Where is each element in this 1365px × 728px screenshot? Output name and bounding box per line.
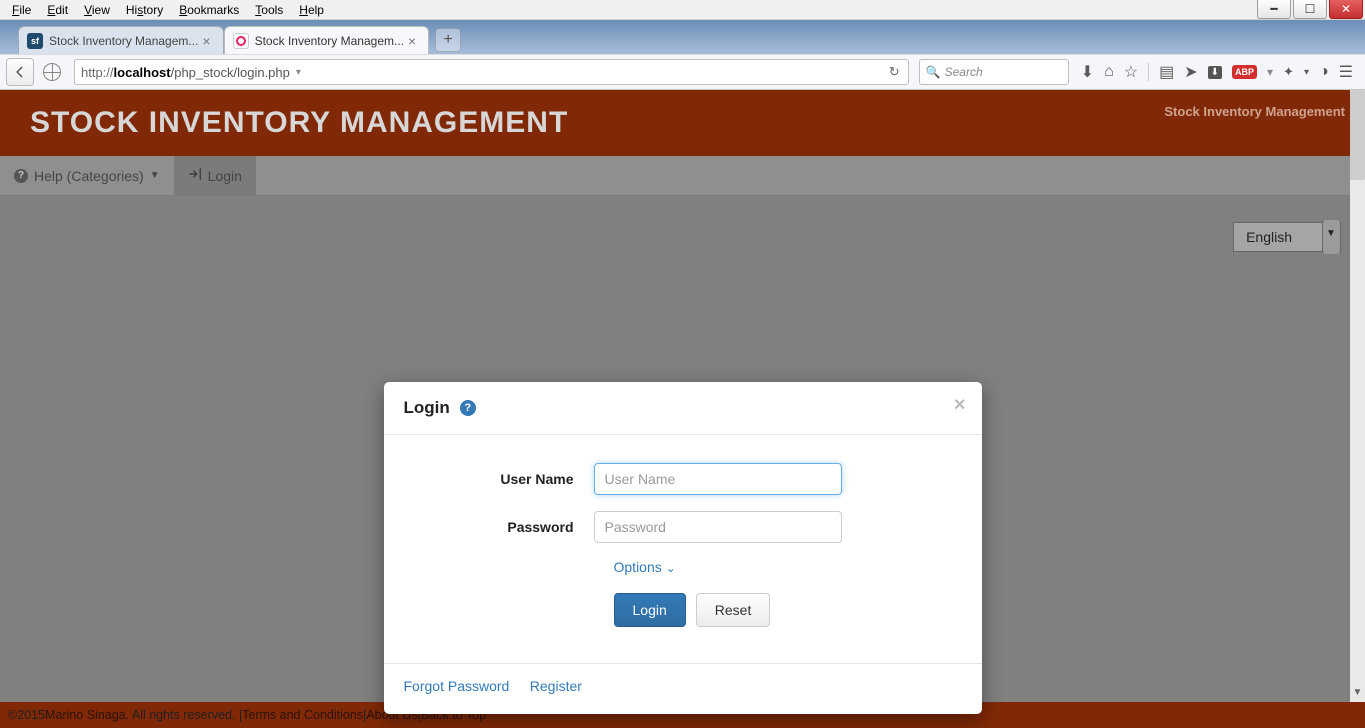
tab-close-icon[interactable]: ×	[404, 33, 420, 49]
minimize-button[interactable]: ━	[1257, 0, 1291, 19]
favicon-icon	[233, 33, 249, 49]
scroll-down-icon[interactable]: ▼	[1350, 687, 1365, 702]
search-icon: 🔍	[926, 65, 941, 79]
password-input[interactable]	[594, 511, 842, 543]
footer-author-link[interactable]: Marino Sinaga	[45, 708, 126, 722]
password-label: Password	[414, 519, 594, 535]
window-controls: ━ ☐ ✕	[1257, 0, 1365, 19]
language-value: English	[1234, 229, 1322, 245]
modal-body: User Name Password Options⌄ Login Reset	[384, 435, 982, 645]
username-input[interactable]	[594, 463, 842, 495]
new-tab-button[interactable]: +	[435, 28, 461, 52]
site-nav: ? Help (Categories) ▼ Login	[0, 156, 1365, 196]
login-button[interactable]: Login	[614, 593, 686, 627]
modal-footer: Forgot Password Register	[384, 663, 982, 714]
site-title: STOCK INVENTORY MANAGEMENT	[30, 106, 568, 140]
search-box[interactable]: 🔍 Search	[919, 59, 1069, 85]
back-button[interactable]	[6, 58, 34, 86]
home-icon[interactable]: ⌂	[1104, 63, 1114, 81]
browser-navbar: http://localhost/php_stock/login.php ▾ ↻…	[0, 54, 1365, 90]
footer-copyright: ©2015	[8, 708, 45, 722]
downloads-icon[interactable]: ⬇	[1081, 62, 1094, 82]
menu-help[interactable]: Help	[291, 1, 332, 19]
scrollbar-thumb[interactable]	[1350, 90, 1365, 180]
footer-terms-link[interactable]: Terms and Conditions	[242, 708, 363, 722]
menu-edit[interactable]: Edit	[39, 1, 76, 19]
browser-tabstrip: sf Stock Inventory Managem... × Stock In…	[0, 20, 1365, 54]
help-icon: ?	[14, 169, 28, 183]
reset-button[interactable]: Reset	[696, 593, 771, 627]
browser-tab-inactive[interactable]: sf Stock Inventory Managem... ×	[18, 26, 224, 54]
caret-down-icon: ▼	[150, 170, 160, 181]
url-prefix: http://	[81, 65, 114, 80]
vertical-scrollbar[interactable]: ▲ ▼	[1350, 90, 1365, 702]
reload-button[interactable]: ↻	[881, 64, 908, 80]
close-window-button[interactable]: ✕	[1329, 0, 1363, 19]
language-select[interactable]: English ▼	[1233, 222, 1341, 252]
site-header: STOCK INVENTORY MANAGEMENT Stock Invento…	[0, 90, 1365, 156]
nav-login[interactable]: Login	[174, 156, 256, 195]
url-path: /php_stock/login.php	[171, 65, 290, 80]
footer-rights: . All rights reserved. |	[126, 708, 243, 722]
addon-icon[interactable]: ✦	[1283, 64, 1294, 80]
tab-close-icon[interactable]: ×	[198, 33, 214, 49]
chevron-down-icon: ▼	[1322, 220, 1340, 254]
options-link: Options⌄	[614, 559, 676, 575]
login-icon	[188, 167, 202, 184]
library-icon[interactable]: ▤	[1159, 62, 1174, 82]
tab-title: Stock Inventory Managem...	[49, 34, 198, 48]
browser-menubar: File Edit View History Bookmarks Tools H…	[0, 0, 1365, 20]
menu-file[interactable]: File	[4, 1, 39, 19]
modal-title: Login	[404, 398, 450, 418]
modal-header: Login ? ×	[384, 382, 982, 435]
menu-bookmarks[interactable]: Bookmarks	[171, 1, 247, 19]
options-toggle[interactable]: Options⌄	[614, 559, 952, 577]
help-icon[interactable]: ?	[460, 400, 476, 416]
globe-icon	[43, 63, 61, 81]
nav-label: Help (Categories)	[34, 168, 144, 184]
caret-icon[interactable]: ▾	[1304, 67, 1309, 78]
arrow-left-icon	[13, 65, 27, 79]
modal-close-icon[interactable]: ×	[954, 394, 966, 417]
favicon-icon: sf	[27, 33, 43, 49]
tab-title: Stock Inventory Managem...	[255, 34, 404, 48]
username-label: User Name	[414, 471, 594, 487]
hamburger-menu-icon[interactable]: ☰	[1339, 62, 1353, 82]
header-right-text: Stock Inventory Management	[1164, 104, 1345, 119]
send-icon[interactable]: ➤	[1184, 62, 1197, 82]
maximize-button[interactable]: ☐	[1293, 0, 1327, 19]
username-row: User Name	[414, 463, 952, 495]
button-row: Login Reset	[614, 593, 952, 627]
dropdown-icon[interactable]: ▾	[290, 67, 307, 78]
password-row: Password	[414, 511, 952, 543]
extra-icon[interactable]: ▾	[1267, 65, 1273, 79]
search-placeholder: Search	[945, 65, 983, 79]
menu-tools[interactable]: Tools	[247, 1, 291, 19]
forgot-password-link[interactable]: Forgot Password	[404, 678, 510, 694]
sync-icon[interactable]: ◑	[1319, 63, 1329, 81]
browser-tab-active[interactable]: Stock Inventory Managem... ×	[224, 26, 430, 54]
page-viewport: STOCK INVENTORY MANAGEMENT Stock Invento…	[0, 90, 1365, 728]
register-link[interactable]: Register	[530, 678, 582, 694]
abp-icon[interactable]: ABP	[1232, 65, 1257, 79]
nav-help-categories[interactable]: ? Help (Categories) ▼	[0, 156, 174, 195]
separator	[1148, 63, 1149, 81]
chevron-down-icon: ⌄	[666, 561, 676, 575]
url-host: localhost	[114, 65, 171, 80]
bookmark-star-icon[interactable]: ☆	[1124, 62, 1138, 82]
browser-toolbar-right: ⬇ ⌂ ☆ ▤ ➤ ⬇ ABP ▾ ✦ ▾ ◑ ☰	[1073, 62, 1359, 82]
menu-history[interactable]: History	[118, 1, 171, 19]
url-bar[interactable]: http://localhost/php_stock/login.php ▾ ↻	[74, 59, 909, 85]
login-modal: Login ? × User Name Password Options⌄ Lo…	[384, 382, 982, 714]
identity-button[interactable]	[38, 58, 66, 86]
nav-label: Login	[208, 168, 242, 184]
download-box-icon[interactable]: ⬇	[1208, 66, 1222, 79]
menu-view[interactable]: View	[76, 1, 118, 19]
